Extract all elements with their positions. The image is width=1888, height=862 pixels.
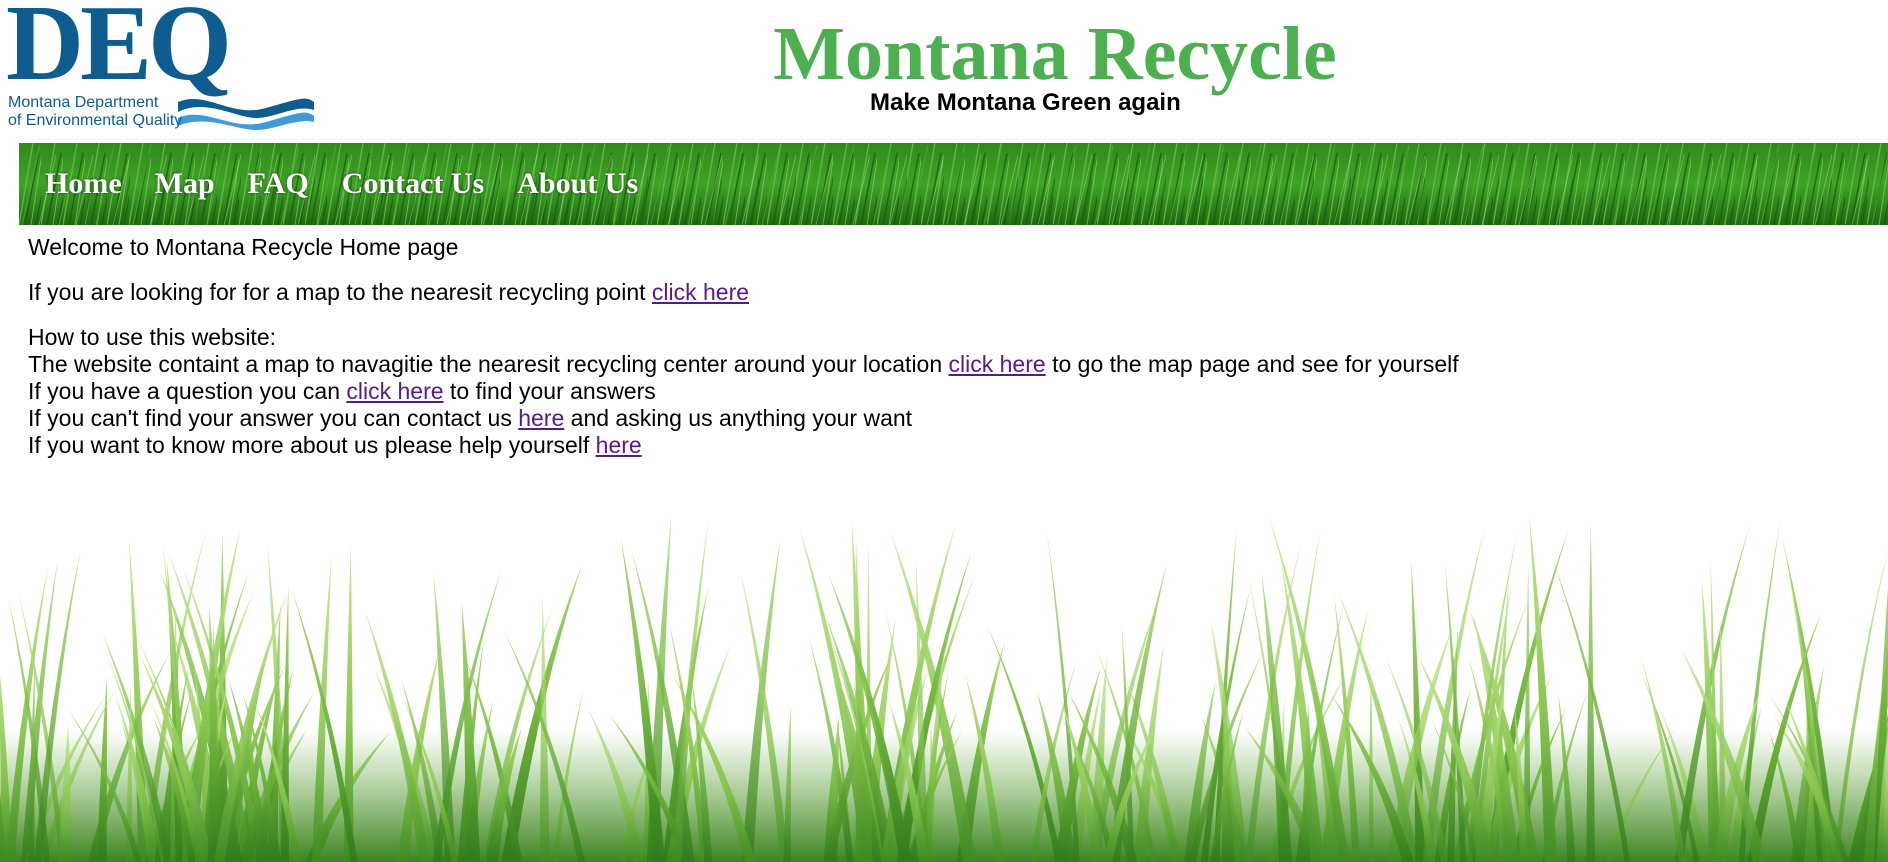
map-click-here-link[interactable]: click here — [652, 279, 749, 305]
welcome-text: Welcome to Montana Recycle Home page — [28, 234, 459, 260]
nav-home-link[interactable]: Home — [45, 167, 122, 201]
main-content: Welcome to Montana Recycle Home page If … — [28, 234, 1459, 459]
how-to-line-faq: If you have a question you can click her… — [28, 378, 1459, 405]
how-to-line-map: The website containt a map to navagitie … — [28, 351, 1459, 378]
how-to-line-contact: If you can't find your answer you can co… — [28, 405, 1459, 432]
nav-about-us-link[interactable]: About Us — [517, 167, 638, 201]
site-title: Montana Recycle — [773, 12, 1337, 96]
how-to-line-faq-text-after: to find your answers — [443, 378, 656, 404]
how-to-line-map-text: The website containt a map to navagitie … — [28, 351, 949, 377]
how-to-heading: How to use this website: — [28, 324, 277, 350]
map-line: If you are looking for for a map to the … — [28, 279, 1459, 306]
how-to-line-contact-text-after: and asking us anything your want — [564, 405, 913, 431]
grass-decoration-image — [0, 514, 1888, 862]
nav-contact-us-link[interactable]: Contact Us — [342, 167, 485, 201]
logo-subtitle-line2: of Environmental Quality — [8, 112, 183, 129]
how-to-line-map-text-after: to go the map page and see for yourself — [1045, 351, 1459, 377]
nav-map-link[interactable]: Map — [155, 167, 215, 201]
nav-faq-link[interactable]: FAQ — [248, 167, 309, 201]
contact-here-link[interactable]: here — [518, 405, 564, 431]
page: DEQ Montana Department of Environmental … — [0, 0, 1888, 862]
site-tagline: Make Montana Green again — [870, 89, 1181, 116]
nav-links: Home Map FAQ Contact Us About Us — [19, 143, 671, 225]
nav-bar: Home Map FAQ Contact Us About Us — [19, 143, 1888, 225]
about-here-link[interactable]: here — [596, 432, 642, 458]
faq-click-here-link[interactable]: click here — [346, 378, 443, 404]
how-to-line-about-text: If you want to know more about us please… — [28, 432, 596, 458]
logo-subtitle-line1: Montana Department — [8, 94, 159, 111]
logo-wave-icon — [178, 98, 314, 130]
how-to-line-contact-text: If you can't find your answer you can co… — [28, 405, 519, 431]
how-to-section: How to use this website: The website con… — [28, 324, 1459, 459]
how-to-line-faq-text: If you have a question you can — [28, 378, 347, 404]
map-page-click-here-link[interactable]: click here — [949, 351, 1046, 377]
how-to-line-about: If you want to know more about us please… — [28, 432, 1459, 459]
map-line-text: If you are looking for for a map to the … — [28, 279, 652, 305]
